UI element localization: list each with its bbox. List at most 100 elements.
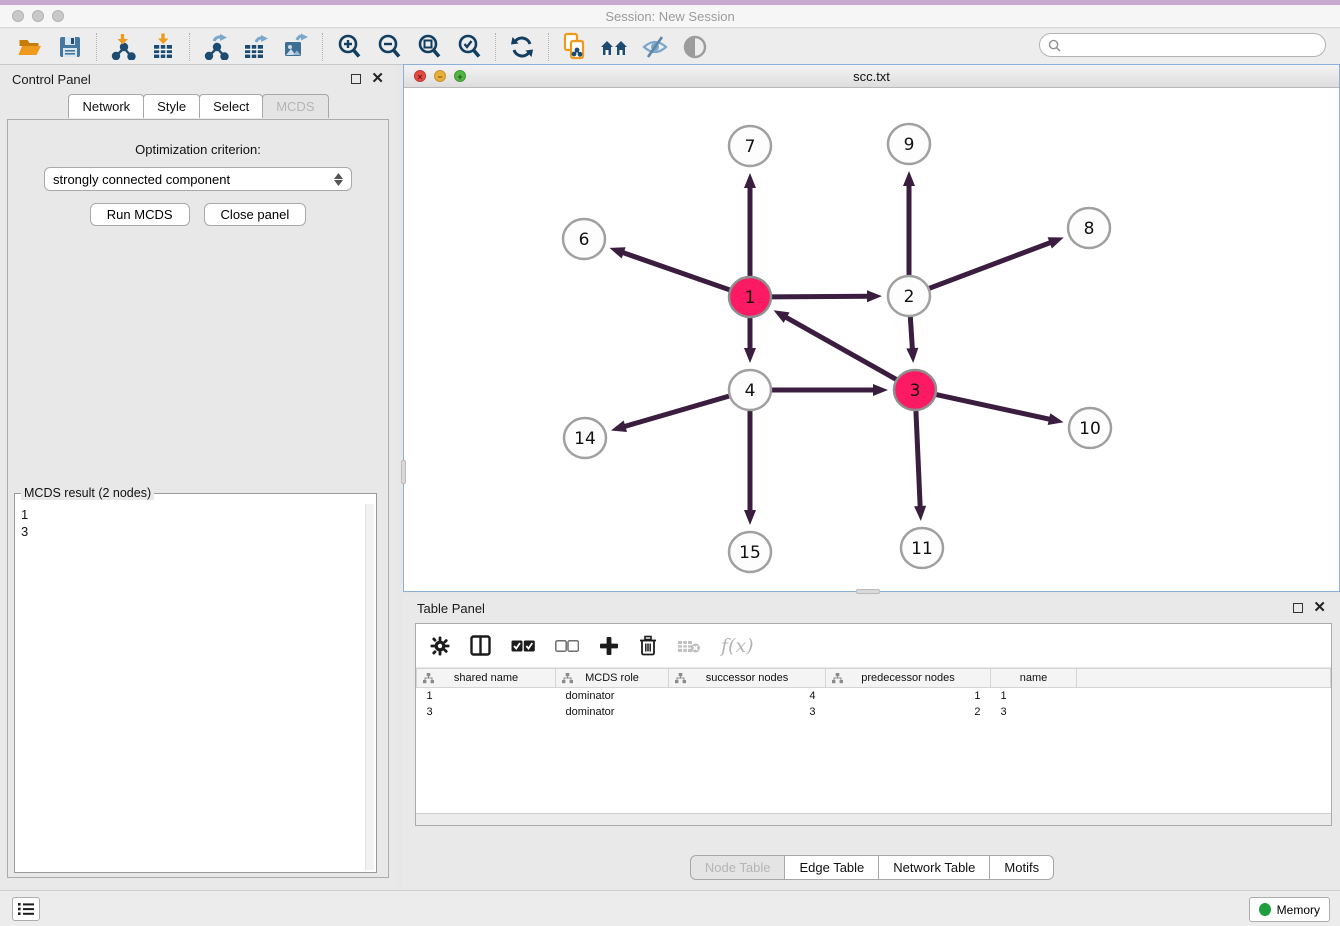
node-label: 8	[1084, 219, 1095, 239]
zoom-selected-button[interactable]	[449, 31, 489, 63]
tab-network-table[interactable]: Network Table	[878, 855, 990, 880]
graph-edge-3-10[interactable]	[936, 394, 1064, 424]
panel-splitter-handle[interactable]	[856, 589, 880, 594]
select-all-icon	[511, 640, 535, 652]
graph-edge-1-2[interactable]	[771, 290, 882, 302]
column-header-successor-nodes[interactable]: successor nodes	[669, 669, 826, 688]
import-table-button[interactable]	[143, 31, 183, 63]
tab-mcds[interactable]: MCDS	[262, 94, 328, 118]
node-label: 6	[579, 230, 590, 250]
close-panel-icon[interactable]: ✕	[1313, 603, 1326, 613]
open-session-button[interactable]	[10, 31, 50, 63]
graph-edge-2-3[interactable]	[906, 317, 918, 363]
zoom-fit-button[interactable]	[409, 31, 449, 63]
mcds-result-text[interactable]: 1 3	[15, 504, 364, 870]
clone-network-button[interactable]	[555, 31, 595, 63]
network-close-button[interactable]: ×	[414, 70, 426, 82]
zoom-in-button[interactable]	[329, 31, 369, 63]
tab-style[interactable]: Style	[143, 94, 200, 118]
table-row[interactable]: 3 dominator 3 2 3	[417, 704, 1331, 720]
node-label: 1	[745, 288, 756, 308]
graph-node-14[interactable]: 14	[564, 418, 606, 458]
graph-edge-1-7[interactable]	[744, 173, 756, 276]
window-title: Session: New Session	[0, 9, 1340, 24]
node-label: 2	[904, 287, 915, 307]
export-network-icon	[203, 33, 230, 60]
node-label: 9	[904, 135, 915, 155]
hide-selected-button[interactable]	[635, 31, 675, 63]
float-panel-icon[interactable]	[1293, 603, 1303, 613]
delete-column-button[interactable]	[639, 635, 657, 656]
table-row[interactable]: 1 dominator 4 1 1	[417, 688, 1331, 704]
close-panel-icon[interactable]: ✕	[371, 74, 384, 84]
column-header-shared-name[interactable]: shared name	[417, 669, 556, 688]
graph-edge-4-3[interactable]	[771, 384, 888, 396]
network-minimize-button[interactable]: −	[434, 70, 446, 82]
graph-node-8[interactable]: 8	[1068, 208, 1110, 248]
graph-edge-2-9[interactable]	[903, 171, 915, 275]
zoom-fit-icon	[416, 33, 443, 60]
graph-node-6[interactable]: 6	[563, 219, 605, 259]
add-column-button[interactable]	[599, 636, 619, 656]
graph-edge-2-8[interactable]	[929, 237, 1064, 288]
table-horizontal-scrollbar[interactable]	[416, 813, 1331, 825]
tab-network[interactable]: Network	[68, 94, 144, 118]
graph-node-7[interactable]: 7	[729, 126, 771, 166]
export-table-button[interactable]	[236, 31, 276, 63]
graph-node-9[interactable]: 9	[888, 124, 930, 164]
zoom-out-button[interactable]	[369, 31, 409, 63]
toolbar-separator	[322, 33, 323, 61]
criterion-dropdown[interactable]: strongly connected component	[44, 167, 352, 191]
graph-node-11[interactable]: 11	[901, 528, 943, 568]
show-all-button[interactable]	[675, 31, 715, 63]
graph-edge-1-6[interactable]	[609, 247, 730, 290]
network-canvas[interactable]: 7 9 6 8 1 2 4 3 14 10 15 11	[404, 88, 1339, 591]
column-type-icon	[832, 673, 843, 687]
function-builder-button[interactable]: f(x)	[721, 635, 754, 657]
memory-button[interactable]: Memory	[1249, 897, 1330, 922]
network-maximize-button[interactable]: +	[454, 70, 466, 82]
mcds-result-box: MCDS result (2 nodes) 1 3	[14, 493, 377, 873]
tab-select[interactable]: Select	[199, 94, 263, 118]
task-history-button[interactable]	[12, 897, 40, 921]
tab-motifs[interactable]: Motifs	[989, 855, 1054, 880]
search-input[interactable]	[1066, 38, 1325, 52]
export-network-button[interactable]	[196, 31, 236, 63]
memory-status-icon	[1259, 903, 1271, 916]
panel-splitter-handle[interactable]	[401, 460, 406, 484]
show-column-panel-button[interactable]	[470, 635, 491, 656]
dropdown-stepper-icon	[334, 173, 343, 186]
refresh-layout-button[interactable]	[502, 31, 542, 63]
graph-node-1[interactable]: 1	[729, 277, 771, 317]
import-network-button[interactable]	[103, 31, 143, 63]
graph-edge-3-1[interactable]	[774, 310, 897, 379]
graph-node-3[interactable]: 3	[894, 370, 936, 410]
graph-node-10[interactable]: 10	[1069, 408, 1111, 448]
graph-edge-3-11[interactable]	[914, 411, 926, 521]
graph-edge-1-4[interactable]	[744, 318, 756, 363]
export-image-button[interactable]	[276, 31, 316, 63]
result-scrollbar[interactable]	[365, 504, 374, 870]
save-session-button[interactable]	[50, 31, 90, 63]
float-panel-icon[interactable]	[351, 74, 361, 84]
tab-node-table[interactable]: Node Table	[690, 855, 786, 880]
graph-node-15[interactable]: 15	[729, 532, 771, 572]
toolbar-separator	[548, 33, 549, 61]
table-settings-button[interactable]	[430, 636, 450, 656]
deselect-all-rows-button[interactable]	[555, 640, 579, 652]
close-panel-button[interactable]: Close panel	[204, 203, 307, 226]
column-header-mcds-role[interactable]: MCDS role	[556, 669, 669, 688]
tab-edge-table[interactable]: Edge Table	[784, 855, 879, 880]
graph-node-4[interactable]: 4	[729, 370, 771, 410]
column-header-name[interactable]: name	[991, 669, 1077, 688]
run-mcds-button[interactable]: Run MCDS	[90, 203, 190, 226]
mcds-tab-content: Optimization criterion: strongly connect…	[7, 119, 389, 878]
graph-edge-4-14[interactable]	[611, 396, 730, 432]
graph-edge-4-15[interactable]	[744, 411, 756, 525]
delete-table-button[interactable]	[677, 638, 701, 654]
select-all-rows-button[interactable]	[511, 640, 535, 652]
first-neighbors-button[interactable]	[595, 31, 635, 63]
column-header-predecessor-nodes[interactable]: predecessor nodes	[826, 669, 991, 688]
graph-node-2[interactable]: 2	[888, 276, 930, 316]
network-window-titlebar[interactable]: × − + scc.txt	[404, 65, 1339, 88]
